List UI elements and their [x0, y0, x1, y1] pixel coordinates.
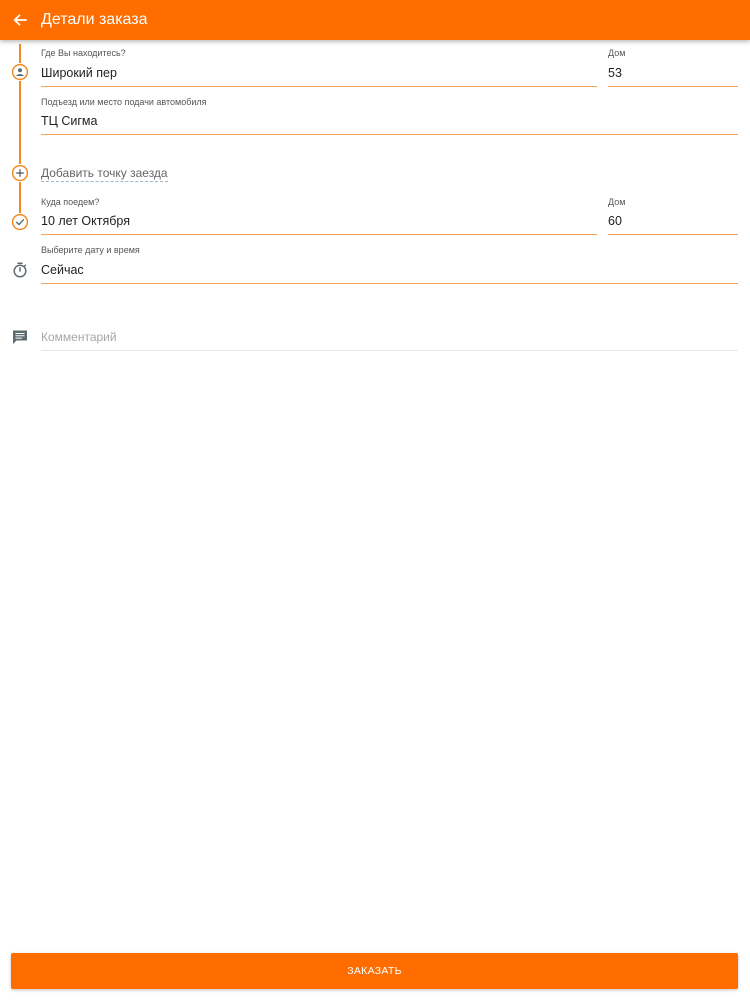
order-button-label: ЗАКАЗАТЬ [347, 965, 402, 977]
check-circle-icon [11, 213, 29, 231]
entrance-input[interactable]: ТЦ Сигма [41, 114, 97, 128]
comment-field[interactable]: Комментарий [41, 322, 738, 351]
destination-address-input[interactable]: 10 лет Октября [41, 214, 130, 228]
back-button[interactable] [0, 0, 40, 40]
pickup-address-input[interactable]: Широкий пер [41, 66, 117, 80]
datetime-label: Выберите дату и время [41, 245, 140, 255]
entrance-field[interactable]: Подъезд или место подачи автомобиля ТЦ С… [41, 93, 738, 135]
comment-icon [11, 328, 29, 346]
app-bar: Детали заказа [0, 0, 750, 40]
destination-address-field[interactable]: Куда поедем? 10 лет Октября [41, 193, 597, 235]
pickup-house-label: Дом [608, 48, 626, 58]
pickup-house-input[interactable]: 53 [608, 66, 622, 80]
add-circle-icon[interactable] [11, 164, 29, 182]
datetime-value[interactable]: Сейчас [41, 263, 84, 277]
datetime-field[interactable]: Выберите дату и время Сейчас [41, 241, 738, 284]
order-button[interactable]: ЗАКАЗАТЬ [11, 953, 738, 989]
person-icon [11, 63, 29, 81]
destination-house-field[interactable]: Дом 60 [608, 193, 738, 235]
destination-house-label: Дом [608, 197, 626, 207]
comment-placeholder: Комментарий [41, 330, 117, 344]
destination-house-input[interactable]: 60 [608, 214, 622, 228]
page-title: Детали заказа [41, 11, 148, 28]
arrow-left-icon [13, 14, 27, 26]
pickup-address-field[interactable]: Где Вы находитесь? Широкий пер [41, 44, 597, 87]
pickup-address-label: Где Вы находитесь? [41, 48, 126, 58]
pickup-house-field[interactable]: Дом 53 [608, 44, 738, 87]
add-stop-link[interactable]: Добавить точку заезда [41, 166, 168, 182]
destination-address-label: Куда поедем? [41, 197, 100, 207]
entrance-label: Подъезд или место подачи автомобиля [41, 97, 207, 107]
timer-icon [11, 261, 29, 279]
